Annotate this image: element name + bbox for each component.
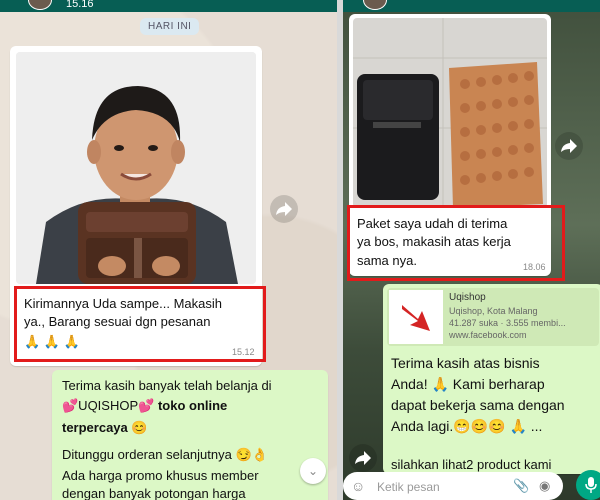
scroll-down-button[interactable]: ⌄ [300,458,326,484]
reply-shopname: 💕UQISHOP💕 [62,398,155,413]
attach-icon[interactable]: 📎 [513,478,529,494]
forward-icon[interactable] [270,195,298,223]
avatar[interactable] [363,0,387,10]
package-photo[interactable] [353,18,547,208]
customer-message-line3: sama nya. [357,253,417,268]
customer-message-line2: ya., Barang sesuai dgn pesanan [24,314,211,329]
reply-line4: Anda lagi.😁😊😊 🙏 ... [391,418,543,434]
avatar[interactable] [28,0,52,10]
right-chat-panel: Paket saya udah di terima ya bos, makasi… [343,0,600,500]
customer-message-line1: Kirimannya Uda sampe... Makasih [24,296,222,311]
reply-line2: Anda! 🙏 Kami berharap [391,376,545,392]
link-url: www.facebook.com [449,330,527,340]
reply-bold-2: terpercaya [62,420,128,435]
message-input[interactable]: ☺ Ketik pesan 📎 ◉ [343,472,563,500]
message-timestamp: 15.12 [232,347,255,357]
reply-line1: Terima kasih atas bisnis [391,355,540,371]
left-chat-panel: 15.16 HARI INI Kirimannya Uda sampe... M… [0,0,337,500]
chat-header [343,0,600,12]
link-title: Uqishop [449,292,486,303]
reply-line3: dapat bekerja sama dengan [391,397,565,413]
message-timestamp: 18.06 [523,262,546,272]
link-preview-card[interactable]: Uqishop Uqishop, Kota Malang 41.287 suka… [387,288,599,346]
camera-icon[interactable]: ◉ [539,478,550,494]
emoji-icon[interactable]: ☺ [351,478,365,494]
bag-and-package-image [353,18,547,208]
customer-message-emoji: 🙏 🙏 🙏 [24,334,80,349]
date-divider: HARI INI [140,18,200,35]
link-thumbnail [389,290,443,344]
customer-message-line1: Paket saya udah di terima [357,216,508,231]
message-input-bar: ☺ Ketik pesan 📎 ◉ [343,470,600,500]
status-time: 15.16 [66,0,94,10]
red-arrow-logo-icon [402,305,430,331]
reply-bold-1: toko online [157,398,228,413]
link-line2: 41.287 suka · 3.555 membi... [449,318,566,328]
reply-line2: 💕UQISHOP💕 toko online [62,397,324,414]
forward-icon[interactable] [349,444,377,472]
boy-with-bag-image [16,52,256,284]
forward-icon[interactable] [555,132,583,160]
customer-message-line2: ya bos, makasih atas kerja [357,234,511,249]
mic-icon [585,477,597,493]
mic-button[interactable] [576,470,600,500]
reply-line3: terpercaya 😊 [62,419,324,436]
reply-line1: Terima kasih banyak telah belanja di [62,378,272,393]
chevron-down-icon: ⌄ [307,464,319,478]
reply-line4: Ditunggu orderan selanjutnya 😏👌 [62,447,268,462]
reply-line6: dengan banyak potongan harga [62,486,246,500]
reply-emoji: 😊 [131,420,148,435]
input-placeholder: Ketik pesan [377,480,440,494]
chat-header: 15.16 [0,0,337,12]
link-line1: Uqishop, Kota Malang [449,306,538,316]
reply-line5: Ada harga promo khusus member [62,468,259,483]
customer-photo[interactable] [16,52,256,284]
